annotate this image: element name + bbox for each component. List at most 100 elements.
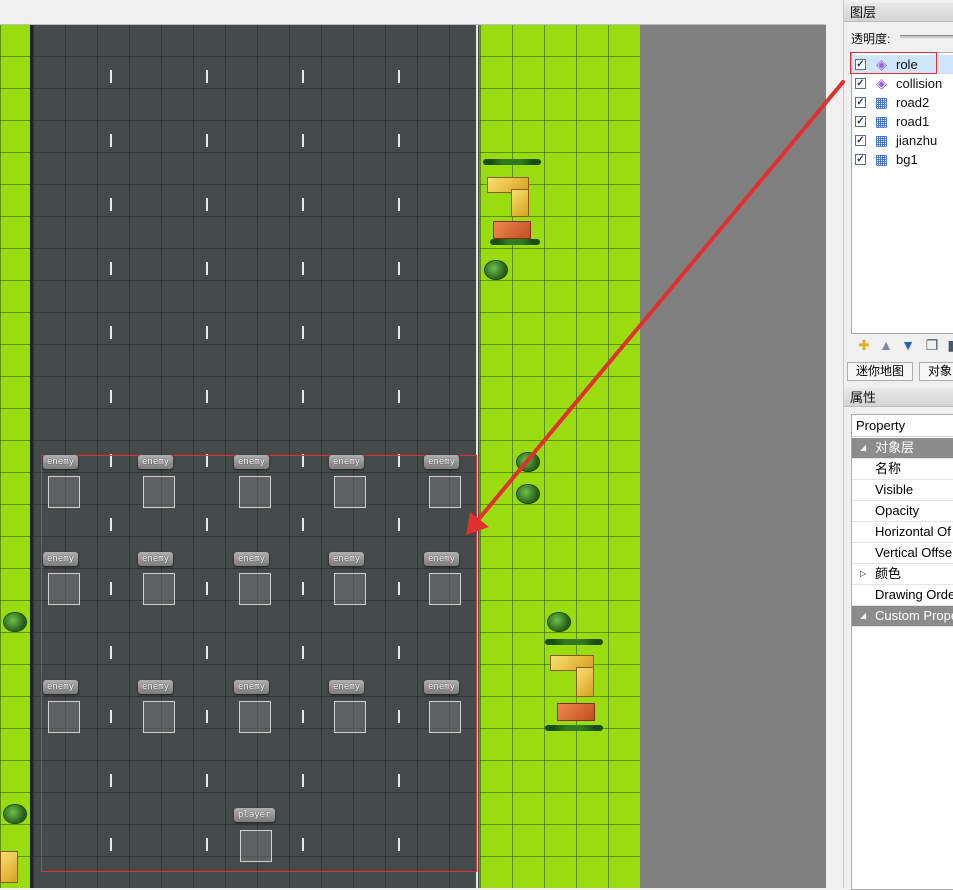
house-roof [511, 189, 529, 217]
lane-marking [206, 70, 208, 83]
layer-item-road2[interactable]: ✓ ▦ road2 [852, 93, 953, 112]
layer-name: jianzhu [896, 133, 938, 148]
arrow-up-icon[interactable]: ▲ [877, 336, 895, 354]
tab-objects[interactable]: 对象 [919, 362, 953, 381]
new-layer-icon[interactable]: ✚ [855, 336, 873, 354]
enemy-object[interactable] [143, 701, 175, 733]
road-curb-left [30, 25, 33, 888]
tile-layer-icon: ▦ [874, 151, 889, 167]
enemy-object[interactable] [239, 476, 271, 508]
lane-marking [398, 262, 400, 275]
enemy-object[interactable] [48, 573, 80, 605]
bush [485, 261, 507, 279]
layer-item-jianzhu[interactable]: ✓ ▦ jianzhu [852, 131, 953, 150]
house-roof [493, 221, 531, 239]
lane-marking [398, 390, 400, 403]
expand-triangle-icon[interactable]: ◢ [860, 438, 866, 458]
lane-marking [302, 390, 304, 403]
player-label: player [234, 808, 275, 822]
map-canvas[interactable]: enemy enemy enemy enemy enemy enemy enemy enemy… [0, 0, 826, 888]
layer-visibility-checkbox[interactable]: ✓ [855, 78, 866, 89]
property-row[interactable]: Drawing Orde [852, 585, 953, 606]
layer-list[interactable]: ✓ ◈ role ✓ ◈ collision ✓ ▦ road2 ✓ ▦ road1 ✓ ▦ jianzhu… [851, 52, 953, 334]
side-panel: 图层 透明度: ✓ ◈ role ✓ ◈ collision ✓ ▦ road2 ✓ ▦ road1 ✓… [843, 0, 953, 890]
layer-visibility-checkbox[interactable]: ✓ [855, 154, 866, 165]
lane-marking [206, 390, 208, 403]
arrow-down-icon[interactable]: ▼ [899, 336, 917, 354]
layer-visibility-checkbox[interactable]: ✓ [855, 116, 866, 127]
lane-marking [110, 326, 112, 339]
property-label: Vertical Offse [875, 545, 953, 560]
hedge [490, 239, 540, 245]
property-group-row[interactable]: ◢ 对象层 [852, 438, 953, 459]
lane-marking [398, 198, 400, 211]
property-grid[interactable]: Property ◢ 对象层 名称 Visible Opacity Horizontal … [851, 414, 953, 890]
opacity-label: 透明度: [851, 32, 891, 46]
enemy-object[interactable] [48, 476, 80, 508]
lane-marking [110, 262, 112, 275]
lane-marking [206, 134, 208, 147]
enemy-object[interactable] [429, 476, 461, 508]
layer-item-bg1[interactable]: ✓ ▦ bg1 [852, 150, 953, 169]
property-label: Custom Prope [875, 608, 953, 623]
layer-name: road1 [896, 114, 930, 129]
enemy-object[interactable] [48, 701, 80, 733]
player-object[interactable] [240, 830, 272, 862]
hedge [545, 725, 603, 731]
hedge [483, 159, 541, 165]
property-label: Drawing Orde [875, 587, 953, 602]
lane-marking [398, 70, 400, 83]
property-row[interactable]: Vertical Offse [852, 543, 953, 564]
enemy-object[interactable] [334, 573, 366, 605]
enemy-label: enemy [43, 455, 79, 469]
layer-name: bg1 [896, 152, 918, 167]
enemy-object[interactable] [429, 701, 461, 733]
enemy-object[interactable] [239, 701, 271, 733]
enemy-object[interactable] [143, 573, 175, 605]
enemy-object[interactable] [429, 573, 461, 605]
property-row[interactable]: ▷ 颜色 [852, 564, 953, 585]
duplicate-layer-icon[interactable]: ❐ [923, 336, 941, 354]
enemy-object[interactable] [143, 476, 175, 508]
enemy-label: enemy [43, 680, 79, 694]
lane-marking [302, 326, 304, 339]
bush [4, 805, 26, 823]
enemy-object[interactable] [334, 701, 366, 733]
enemy-label: enemy [43, 552, 79, 566]
property-row[interactable]: Horizontal Of [852, 522, 953, 543]
more-tools-icon[interactable]: ◧ [945, 336, 953, 354]
layer-item-collision[interactable]: ✓ ◈ collision [852, 74, 953, 93]
opacity-slider[interactable] [900, 35, 953, 38]
lane-marking [302, 198, 304, 211]
enemy-object[interactable] [334, 476, 366, 508]
layer-visibility-checkbox[interactable]: ✓ [855, 97, 866, 108]
lane-marking [206, 262, 208, 275]
property-group-row[interactable]: ◢ Custom Prope [852, 606, 953, 627]
enemy-label: enemy [329, 552, 365, 566]
lane-marking [206, 198, 208, 211]
property-label: Opacity [875, 503, 920, 518]
grass-right [480, 25, 640, 888]
layer-item-road1[interactable]: ✓ ▦ road1 [852, 112, 953, 131]
enemy-object[interactable] [239, 573, 271, 605]
tab-minimap[interactable]: 迷你地图 [847, 362, 914, 381]
enemy-label: enemy [138, 680, 174, 694]
property-row[interactable]: 名称 [852, 459, 953, 480]
lane-marking [398, 134, 400, 147]
property-label: 名称 [875, 461, 902, 476]
enemy-label: enemy [424, 552, 460, 566]
property-label: 颜色 [875, 566, 902, 581]
collapse-triangle-icon[interactable]: ▷ [860, 564, 866, 584]
layers-panel-title: 图层 [844, 3, 953, 22]
layer-visibility-checkbox[interactable]: ✓ [855, 135, 866, 146]
tile-layer-icon: ▦ [874, 132, 889, 148]
grass-left [0, 25, 33, 888]
property-row[interactable]: Opacity [852, 501, 953, 522]
house-roof [0, 851, 18, 883]
expand-triangle-icon[interactable]: ◢ [860, 606, 866, 626]
tile-map[interactable]: enemy enemy enemy enemy enemy enemy enemy enemy… [0, 25, 640, 888]
enemy-label: enemy [138, 455, 174, 469]
enemy-label: enemy [234, 455, 270, 469]
lane-marking [302, 262, 304, 275]
property-row[interactable]: Visible [852, 480, 953, 501]
